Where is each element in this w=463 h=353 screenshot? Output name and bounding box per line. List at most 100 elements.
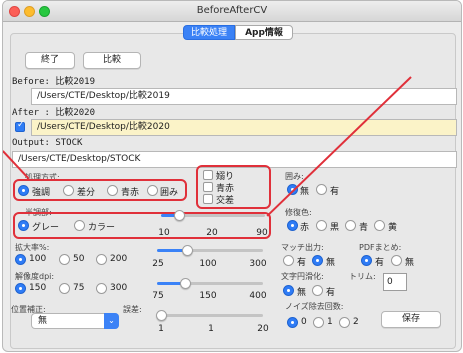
- res-option-label: 150: [29, 283, 47, 293]
- repair-option-label: 黒: [330, 223, 340, 233]
- compare-button[interactable]: 比較: [83, 52, 141, 69]
- radio-res-1[interactable]: [59, 283, 70, 294]
- window-title: BeforeAfterCV: [196, 5, 268, 16]
- surround-option-label: 有: [330, 187, 340, 197]
- noise-label: ノイズ除去回数:: [285, 302, 344, 311]
- processing-option-label: 差分: [77, 188, 96, 198]
- check-0[interactable]: [203, 170, 213, 180]
- surround-option-label: 無: [300, 187, 310, 197]
- save-button[interactable]: 保存: [381, 311, 441, 328]
- radio-noise-1[interactable]: [313, 317, 324, 328]
- radio-halftone-0[interactable]: [18, 220, 29, 231]
- radio-res-0[interactable]: [15, 283, 26, 294]
- radio-processing-2[interactable]: [107, 185, 118, 196]
- radio-zoom-0[interactable]: [15, 254, 26, 265]
- position-tick: 20: [257, 324, 269, 334]
- repair-option-label: 黄: [388, 223, 398, 233]
- zoom-slider-track[interactable]: [187, 249, 263, 252]
- after-checkbox[interactable]: [15, 120, 25, 132]
- radio-processing-1[interactable]: [63, 185, 74, 196]
- smooth-option-label: 有: [326, 288, 336, 298]
- after-path-field[interactable]: /Users/CTE/Desktop/比較2020: [31, 119, 457, 136]
- position-slider-knob[interactable]: [156, 310, 167, 321]
- res-tick: 75: [152, 291, 164, 301]
- position-select-value: 無: [38, 316, 48, 326]
- zoom-option-label: 50: [73, 254, 85, 264]
- res-slider-track[interactable]: [185, 282, 263, 285]
- position-select[interactable]: 無 ⌄: [31, 313, 119, 329]
- output-label: Output: STOCK: [12, 138, 83, 148]
- res-option-label: 75: [73, 283, 85, 293]
- noise-option-label: 2: [353, 317, 359, 327]
- radio-match-0[interactable]: [283, 255, 294, 266]
- quit-button[interactable]: 終了: [25, 52, 75, 69]
- processing-option-label: 青赤: [121, 188, 140, 198]
- match-option-label: 無: [326, 258, 336, 268]
- processing-option-label: 強調: [32, 188, 51, 198]
- position-tick: 1: [158, 324, 164, 334]
- check-2[interactable]: [203, 194, 213, 204]
- radio-match-1[interactable]: [312, 255, 323, 266]
- repair-option-label: 赤: [300, 223, 310, 233]
- noise-option-label: 0: [301, 317, 307, 327]
- radio-processing-3[interactable]: [147, 185, 158, 196]
- zoom-tick: 100: [199, 259, 217, 269]
- before-label: Before: 比較2019: [12, 77, 96, 87]
- zoom-label: 拡大率%:: [15, 243, 50, 252]
- radio-noise-2[interactable]: [339, 317, 350, 328]
- position-tick: 1: [208, 324, 214, 334]
- text-smoothing-label: 文字円滑化:: [281, 272, 324, 281]
- zoom-tick: 300: [249, 259, 267, 269]
- before-path-field[interactable]: /Users/CTE/Desktop/比較2019: [31, 88, 457, 105]
- halftone-option-label: グレー: [32, 223, 60, 233]
- noise-option-label: 1: [327, 317, 333, 327]
- pdf-option-label: 無: [405, 258, 415, 268]
- radio-processing-0[interactable]: [18, 185, 29, 196]
- match-option-label: 有: [297, 258, 307, 268]
- radio-smooth-1[interactable]: [312, 285, 323, 296]
- halftone-slider-knob[interactable]: [174, 210, 185, 221]
- check-1[interactable]: [203, 182, 213, 192]
- radio-repair-3[interactable]: [374, 220, 385, 231]
- res-tick: 150: [199, 291, 217, 301]
- error-label: 誤差:: [123, 305, 142, 314]
- radio-repair-0[interactable]: [287, 220, 298, 231]
- tab-app-info[interactable]: App情報: [235, 25, 293, 40]
- chevron-down-icon[interactable]: ⌄: [104, 313, 119, 329]
- trim-input[interactable]: 0: [383, 273, 407, 291]
- halftone-slider-track[interactable]: [179, 214, 265, 217]
- check-label: 交差: [216, 196, 235, 206]
- radio-noise-0[interactable]: [287, 317, 298, 328]
- position-slider-track[interactable]: [160, 314, 263, 317]
- radio-res-2[interactable]: [96, 283, 107, 294]
- radio-zoom-2[interactable]: [96, 254, 107, 265]
- halftone-option-label: カラー: [88, 223, 116, 233]
- res-slider-knob[interactable]: [180, 278, 191, 289]
- radio-zoom-1[interactable]: [59, 254, 70, 265]
- pdf-option-label: 有: [375, 258, 385, 268]
- zoom-option-label: 200: [110, 254, 128, 264]
- radio-repair-2[interactable]: [345, 220, 356, 231]
- smooth-option-label: 無: [297, 288, 307, 298]
- zoom-tick: 25: [152, 259, 164, 269]
- res-option-label: 300: [110, 283, 128, 293]
- repair-color-label: 修復色:: [285, 208, 312, 217]
- match-output-label: マッチ出力:: [281, 243, 324, 252]
- repair-option-label: 青: [359, 223, 369, 233]
- halftone-tick: 20: [206, 228, 218, 238]
- tab-compare[interactable]: 比較処理: [183, 25, 235, 40]
- radio-pdf-1[interactable]: [391, 255, 402, 266]
- zoom-slider-knob[interactable]: [182, 245, 193, 256]
- radio-repair-1[interactable]: [316, 220, 327, 231]
- zoom-option-label: 100: [29, 254, 47, 264]
- radio-surround-1[interactable]: [316, 184, 327, 195]
- resolution-label: 解像度dpi:: [15, 272, 55, 281]
- radio-halftone-1[interactable]: [74, 220, 85, 231]
- title-bar: BeforeAfterCV: [3, 1, 461, 22]
- radio-pdf-0[interactable]: [361, 255, 372, 266]
- radio-smooth-0[interactable]: [283, 285, 294, 296]
- halftone-tick: 90: [256, 228, 268, 238]
- res-tick: 400: [249, 291, 267, 301]
- app-window: BeforeAfterCV 比較処理 App情報 終了 比較 Before: 比…: [2, 0, 462, 352]
- after-label: After : 比較2020: [12, 108, 96, 118]
